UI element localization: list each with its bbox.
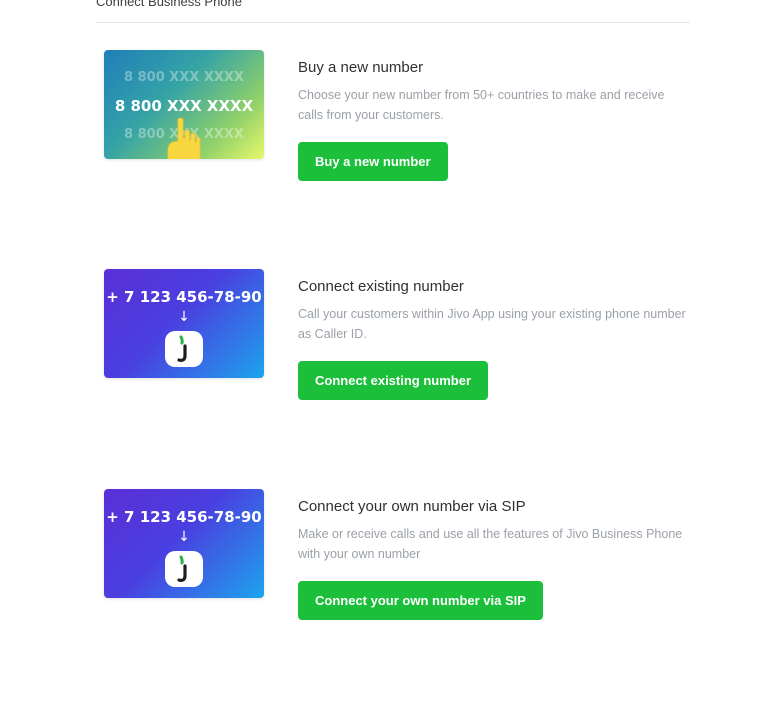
option-description: Choose your new number from 50+ countrie… xyxy=(298,88,665,122)
buy-new-number-button[interactable]: Buy a new number xyxy=(298,142,448,181)
buy-number-illustration: 8 800 XXX XXXX 8 800 XXX XXXX 8 800 XXX … xyxy=(104,50,264,159)
option-title: Connect existing number xyxy=(298,278,464,295)
arrow-down-icon: ↓ xyxy=(178,529,190,545)
card-number-line: 8 800 XXX XXXX xyxy=(124,70,244,85)
option-description: Call your customers within Jivo App usin… xyxy=(298,307,686,341)
card-phone-number: + 7 123 456-78-90 xyxy=(106,508,262,526)
option-description: Make or receive calls and use all the fe… xyxy=(298,527,683,561)
jivo-app-icon xyxy=(165,331,203,367)
option-buy-number: 8 800 XXX XXXX 8 800 XXX XXXX 8 800 XXX … xyxy=(104,50,704,210)
connect-existing-illustration: + 7 123 456-78-90 ↓ xyxy=(104,269,264,378)
arrow-down-icon: ↓ xyxy=(178,309,190,325)
card-number-line: 8 800 XXX XXXX xyxy=(114,97,254,115)
option-connect-sip: + 7 123 456-78-90 ↓ Connect your own num… xyxy=(104,489,704,649)
connect-sip-illustration: + 7 123 456-78-90 ↓ xyxy=(104,489,264,598)
option-connect-existing: + 7 123 456-78-90 ↓ Connect existing num… xyxy=(104,269,704,429)
connect-existing-number-button[interactable]: Connect existing number xyxy=(298,361,489,400)
pointing-hand-icon xyxy=(167,117,201,159)
option-title: Connect your own number via SIP xyxy=(298,498,526,515)
jivo-app-icon xyxy=(165,551,203,587)
option-title: Buy a new number xyxy=(298,59,424,76)
page-header: Connect Business Phone xyxy=(96,0,690,23)
page: Connect Business Phone 8 800 XXX XXXX 8 … xyxy=(0,0,768,727)
connect-sip-button[interactable]: Connect your own number via SIP xyxy=(298,581,543,620)
card-phone-number: + 7 123 456-78-90 xyxy=(106,288,262,306)
page-title: Connect Business Phone xyxy=(96,0,242,9)
